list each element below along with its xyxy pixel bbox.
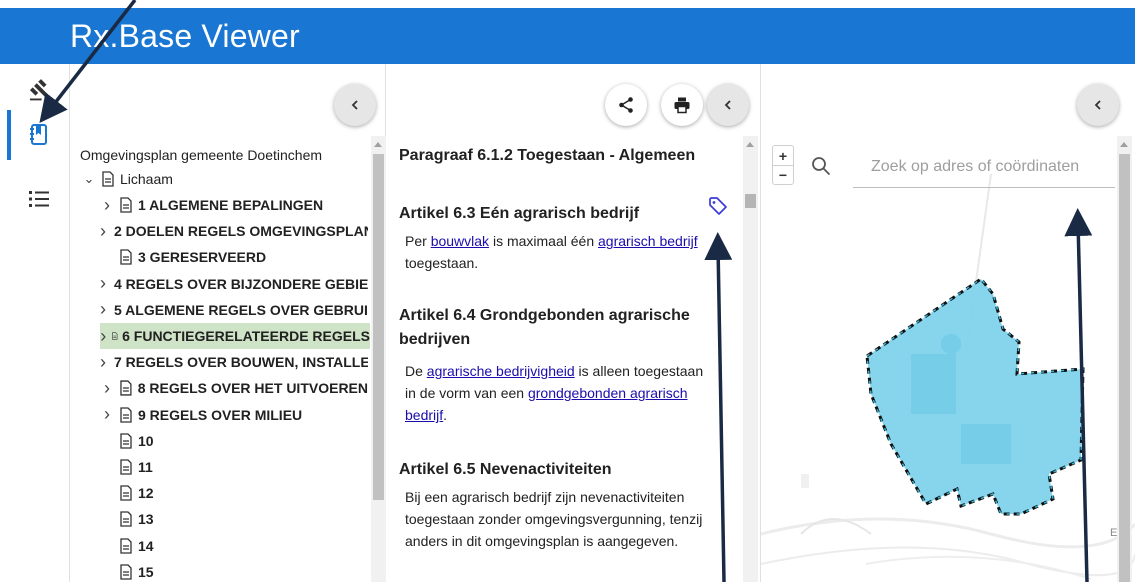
document-icon xyxy=(120,433,132,449)
tree-node-label: 13 xyxy=(138,511,154,528)
tree-node[interactable]: 13 xyxy=(100,506,368,532)
tree-node[interactable]: › 6 FUNCTIEGERELATEERDE REGELS xyxy=(100,323,370,349)
tree-node-lichaam[interactable]: ⌄ Lichaam xyxy=(82,166,362,192)
document-icon xyxy=(120,249,132,266)
collapse-map-button[interactable] xyxy=(1077,84,1119,126)
tree-node-label: 12 xyxy=(138,485,154,502)
zoom-control: + − xyxy=(772,145,794,185)
tree-node[interactable]: › 9 REGELS OVER MILIEU xyxy=(100,402,368,428)
document-icon xyxy=(120,537,132,554)
document-icon xyxy=(120,197,132,213)
map-scrollbar[interactable] xyxy=(1117,136,1132,582)
zoom-out-button[interactable]: − xyxy=(773,165,793,184)
tag-icon[interactable] xyxy=(708,196,728,216)
print-button[interactable] xyxy=(661,84,703,126)
tree-node-label: 2 DOELEN REGELS OMGEVINGSPLAN xyxy=(114,223,368,240)
tree-node[interactable]: 12 xyxy=(100,480,368,506)
map-canvas[interactable]: E xyxy=(761,64,1135,582)
article-title: Artikel 6.3 Eén agrarisch bedrijf xyxy=(399,205,640,222)
share-button[interactable] xyxy=(605,84,647,126)
chevron-left-icon xyxy=(351,100,358,110)
document-icon xyxy=(102,171,114,187)
document-icon xyxy=(120,459,132,475)
gavel-icon xyxy=(29,79,51,101)
tree-node[interactable]: › 5 ALGEMENE REGELS OVER GEBRUIK xyxy=(100,297,368,323)
chevron-left-icon xyxy=(1094,100,1101,110)
book-icon xyxy=(30,124,47,145)
chevron-right-icon[interactable]: › xyxy=(100,221,106,242)
app-header: Rx.Base Viewer xyxy=(0,8,1135,64)
tree-node[interactable]: › 8 REGELS OVER HET UITVOEREN xyxy=(100,375,368,401)
print-icon xyxy=(674,97,690,114)
document-icon xyxy=(120,564,132,580)
document-icon xyxy=(120,485,132,501)
document-icon xyxy=(120,511,132,528)
address-search-input[interactable] xyxy=(853,146,1115,188)
tree-node[interactable]: › 7 REGELS OVER BOUWEN, INSTALLEREN xyxy=(100,349,368,375)
chevron-right-icon[interactable]: › xyxy=(100,195,114,216)
definition-link[interactable]: agrarische bedrijvigheid xyxy=(427,363,575,379)
chevron-right-icon[interactable]: › xyxy=(100,299,106,320)
article-panel: Paragraaf 6.1.2 Toegestaan - Algemeen Ar… xyxy=(386,64,761,582)
tree-node[interactable]: 14 xyxy=(100,533,368,559)
chevron-right-icon[interactable]: › xyxy=(100,273,106,294)
nav-rail xyxy=(0,64,70,582)
article-text: Bij een agrarisch bedrijf zijn nevenacti… xyxy=(405,489,703,549)
tree-node[interactable]: › 4 REGELS OVER BIJZONDERE GEBIEDEN xyxy=(100,271,368,297)
chevron-right-icon[interactable]: › xyxy=(100,404,114,425)
tree-node-label: 10 xyxy=(138,432,154,449)
tree-node[interactable]: 11 xyxy=(100,454,368,480)
tree-node-label: 6 FUNCTIEGERELATEERDE REGELS xyxy=(122,328,370,344)
tree-scroll-thumb[interactable] xyxy=(373,154,384,500)
article-title: Artikel 6.5 Nevenactiviteiten xyxy=(399,461,612,478)
definition-link[interactable]: bouwvlak xyxy=(431,233,489,249)
article-scroll-thumb[interactable] xyxy=(745,194,756,208)
chevron-right-icon[interactable]: › xyxy=(100,326,107,347)
tree-node-label: 8 REGELS OVER HET UITVOEREN xyxy=(137,380,368,397)
tree-node-label: 14 xyxy=(138,537,154,554)
tree-node-label: 3 GERESERVEERD xyxy=(138,249,267,266)
chevron-right-icon[interactable]: › xyxy=(100,378,114,399)
tree-root-label[interactable]: Omgevingsplan gemeente Doetinchem xyxy=(80,147,322,163)
article-text: De agrarische bedrijvigheid is alleen to… xyxy=(405,363,704,423)
map-panel: E + − xyxy=(761,64,1135,582)
tree-node-label: 11 xyxy=(138,459,153,475)
tree-node-label: Lichaam xyxy=(120,171,173,187)
tree-node-label: 7 REGELS OVER BOUWEN, INSTALLEREN xyxy=(114,354,368,371)
collapse-tree-button[interactable] xyxy=(334,84,376,126)
zoom-in-button[interactable]: + xyxy=(773,146,793,165)
tree-node-label: 1 ALGEMENE BEPALINGEN xyxy=(138,197,324,213)
chevron-down-icon[interactable]: ⌄ xyxy=(82,171,96,187)
tree-node-label: 15 xyxy=(138,563,154,580)
map-scroll-thumb[interactable] xyxy=(1119,154,1130,582)
share-icon xyxy=(619,97,633,113)
tree-node[interactable]: 10 xyxy=(100,428,368,454)
collapse-article-button[interactable] xyxy=(707,84,749,126)
document-icon xyxy=(111,332,118,340)
tree-scrollbar[interactable] xyxy=(371,136,386,582)
article-title: Artikel 6.4 Grondgebonden agrarische bed… xyxy=(399,307,690,348)
rail-button-regels[interactable] xyxy=(0,66,70,116)
chevron-right-icon[interactable]: › xyxy=(100,352,106,373)
article-scrollbar[interactable] xyxy=(743,136,758,582)
tree-node[interactable]: 3 GERESERVEERD xyxy=(100,244,368,270)
paragraph-title: Paragraaf 6.1.2 Toegestaan - Algemeen xyxy=(399,147,696,164)
app-title: Rx.Base Viewer xyxy=(70,18,300,54)
tree-node-label: 9 REGELS OVER MILIEU xyxy=(138,406,303,423)
rail-button-list[interactable] xyxy=(0,174,70,224)
search-icon[interactable] xyxy=(811,156,831,176)
rail-button-document[interactable] xyxy=(0,110,70,160)
document-icon xyxy=(120,406,132,423)
tree-node-label: 5 ALGEMENE REGELS OVER GEBRUIK xyxy=(114,301,368,318)
tree-node[interactable]: › 1 ALGEMENE BEPALINGEN xyxy=(100,192,368,218)
tree-node-label: 4 REGELS OVER BIJZONDERE GEBIEDEN xyxy=(114,275,368,292)
list-icon xyxy=(29,191,49,207)
tree-node[interactable]: 15 xyxy=(100,559,368,585)
tree-panel: Omgevingsplan gemeente Doetinchem ⌄ Lich… xyxy=(70,64,386,582)
document-icon xyxy=(120,380,132,396)
article-text: Per bouwvlak is maximaal één agrarisch b… xyxy=(405,233,698,271)
definition-link[interactable]: agrarisch bedrijf xyxy=(598,233,698,249)
chevron-left-icon xyxy=(724,100,731,110)
tree-node[interactable]: › 2 DOELEN REGELS OMGEVINGSPLAN xyxy=(100,218,368,244)
